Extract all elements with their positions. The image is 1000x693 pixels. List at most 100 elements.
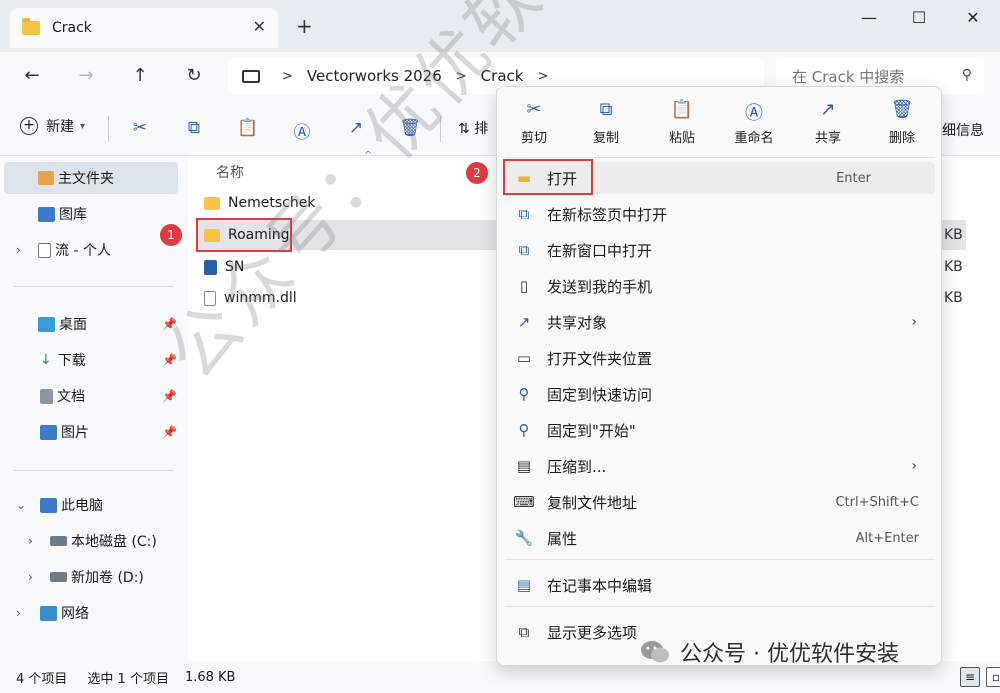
chevron-right-icon[interactable]: › xyxy=(28,570,33,584)
breadcrumb-crack[interactable]: Crack xyxy=(481,67,524,85)
sidebar-item-drive-d[interactable]: › 新加卷 (D:) xyxy=(0,561,188,593)
tab-title: Crack xyxy=(52,20,92,36)
new-tab-icon: ⧉ xyxy=(518,205,530,223)
dll-file-icon xyxy=(204,290,216,306)
minimize-button[interactable]: — xyxy=(854,8,884,27)
footer-watermark-text: 公众号 · 优优软件安装 xyxy=(680,642,899,667)
file-name: winmm.dll xyxy=(224,290,297,306)
more-options-icon: ⧉ xyxy=(518,623,530,641)
close-tab-icon[interactable]: ✕ xyxy=(253,17,266,36)
refresh-button[interactable]: ↻ xyxy=(180,62,208,90)
sidebar-item-documents[interactable]: 文档 📌 xyxy=(0,380,188,412)
share-icon[interactable]: ↗ xyxy=(344,118,368,138)
wrench-icon: 🔧 xyxy=(514,529,534,547)
download-icon: ↓ xyxy=(40,352,52,368)
home-icon xyxy=(38,171,54,185)
menu-item-label: 显示更多选项 xyxy=(547,623,638,642)
rename-icon[interactable]: Ⓐ xyxy=(290,118,314,143)
paste-button[interactable]: 📋 粘贴 xyxy=(649,99,715,146)
sidebar-item-label: 流 - 个人 xyxy=(55,243,111,259)
chevron-right-icon: › xyxy=(911,458,917,474)
menu-item-open-folder-location[interactable]: ▭ 打开文件夹位置 xyxy=(505,342,935,374)
pin-icon: 📌 xyxy=(162,425,177,439)
sidebar-item-label: 图片 xyxy=(61,425,89,441)
file-size: KB xyxy=(944,227,963,243)
menu-item-copy-path[interactable]: ⌨ 复制文件地址 Ctrl+Shift+C xyxy=(505,486,935,518)
sort-label: 排 xyxy=(474,121,489,137)
pin-icon: 📌 xyxy=(162,389,177,403)
menu-item-properties[interactable]: 🔧 属性 Alt+Enter xyxy=(505,522,935,554)
sidebar-item-label: 本地磁盘 (C:) xyxy=(71,534,157,550)
menu-item-edit-notepad[interactable]: ▤ 在记事本中编辑 xyxy=(505,569,935,601)
close-window-button[interactable]: ✕ xyxy=(958,8,988,27)
chevron-right-icon[interactable]: › xyxy=(16,606,21,620)
breadcrumb-vectorworks[interactable]: Vectorworks 2026 xyxy=(307,67,442,85)
sort-button[interactable]: ⇅ 排 xyxy=(458,118,488,138)
new-window-icon: ⧉ xyxy=(518,241,530,259)
sidebar-item-desktop[interactable]: 桌面 📌 xyxy=(0,308,188,340)
footer-watermark: 公众号 · 优优软件安装 xyxy=(640,636,899,668)
chevron-down-icon[interactable]: ⌄ xyxy=(16,498,26,512)
delete-icon: 🗑 xyxy=(890,99,914,120)
menu-item-pin-start[interactable]: ⚲ 固定到"开始" xyxy=(505,414,935,446)
menu-item-open-new-tab[interactable]: ⧉ 在新标签页中打开 xyxy=(505,198,935,230)
paste-icon: 📋 xyxy=(670,99,694,120)
toolbar-divider xyxy=(440,116,441,142)
file-size: KB xyxy=(944,259,963,275)
chevron-right-icon[interactable]: › xyxy=(28,534,33,548)
paste-icon[interactable]: 📋 xyxy=(236,118,260,138)
sidebar-item-this-pc[interactable]: ⌄ 此电脑 xyxy=(0,489,188,521)
new-button[interactable]: + 新建 ▾ xyxy=(20,116,85,136)
sidebar-item-gallery[interactable]: 图库 xyxy=(0,198,188,230)
cut-label: 剪切 xyxy=(520,131,547,146)
copy-button[interactable]: ⧉ 复制 xyxy=(573,99,639,146)
menu-divider xyxy=(505,559,935,560)
menu-item-label: 在记事本中编辑 xyxy=(547,576,653,595)
menu-item-label: 属性 xyxy=(547,529,578,548)
selection-count: 选中 1 个项目 xyxy=(87,671,169,687)
file-name: Nemetschek xyxy=(228,195,316,211)
menu-item-share-with[interactable]: ↗ 共享对象 › xyxy=(505,306,935,338)
sidebar-item-pictures[interactable]: 图片 📌 xyxy=(0,416,188,448)
folder-icon xyxy=(204,196,220,210)
details-view-icon[interactable]: ≡ xyxy=(960,667,980,687)
tab-crack[interactable]: Crack ✕ xyxy=(10,8,278,48)
column-header-name[interactable]: 名称 xyxy=(216,162,244,182)
file-name: SN xyxy=(225,259,245,275)
menu-item-send-to-phone[interactable]: ▯ 发送到我的手机 xyxy=(505,270,935,302)
title-bar: Crack ✕ + — ☐ ✕ xyxy=(0,0,1000,52)
drive-icon xyxy=(50,536,67,546)
up-button[interactable]: ↑ xyxy=(126,62,154,90)
delete-button[interactable]: 🗑 删除 xyxy=(869,99,935,146)
sidebar-item-label: 新加卷 (D:) xyxy=(71,570,144,586)
rename-button[interactable]: Ⓐ 重命名 xyxy=(721,99,787,146)
menu-item-open-new-window[interactable]: ⧉ 在新窗口中打开 xyxy=(505,234,935,266)
back-button[interactable]: ← xyxy=(18,62,46,90)
copy-icon[interactable]: ⧉ xyxy=(182,118,206,138)
computer-icon xyxy=(40,497,57,513)
sidebar-item-downloads[interactable]: ↓ 下载 📌 xyxy=(0,344,188,376)
details-button[interactable]: 细信息 xyxy=(942,120,984,140)
sidebar-item-network[interactable]: › 网络 xyxy=(0,597,188,629)
new-tab-button[interactable]: + xyxy=(296,14,313,38)
sidebar-item-label: 此电脑 xyxy=(61,498,103,514)
maximize-button[interactable]: ☐ xyxy=(904,8,934,27)
documents-icon xyxy=(40,388,53,404)
sidebar-item-home[interactable]: 主文件夹 xyxy=(4,162,178,194)
menu-item-label: 压缩到... xyxy=(547,457,607,476)
cut-icon[interactable]: ✂ xyxy=(128,118,152,138)
menu-item-compress-to[interactable]: ▤ 压缩到... › xyxy=(505,450,935,482)
chevron-right-icon[interactable]: › xyxy=(16,243,21,257)
cut-button[interactable]: ✂ 剪切 xyxy=(501,99,567,146)
sidebar-item-drive-c[interactable]: › 本地磁盘 (C:) xyxy=(0,525,188,557)
chevron-down-icon: ▾ xyxy=(80,120,86,132)
menu-shortcut: Ctrl+Shift+C xyxy=(835,494,919,510)
menu-item-pin-quick-access[interactable]: ⚲ 固定到快速访问 xyxy=(505,378,935,410)
tiles-view-icon[interactable]: ▫ xyxy=(986,667,1000,687)
gallery-icon xyxy=(38,206,55,222)
delete-icon[interactable]: 🗑 xyxy=(398,118,422,138)
menu-item-label: 固定到快速访问 xyxy=(547,385,653,404)
forward-button[interactable]: → xyxy=(72,62,100,90)
share-button[interactable]: ↗ 共享 xyxy=(795,99,861,146)
menu-item-label: 在新标签页中打开 xyxy=(547,205,668,224)
